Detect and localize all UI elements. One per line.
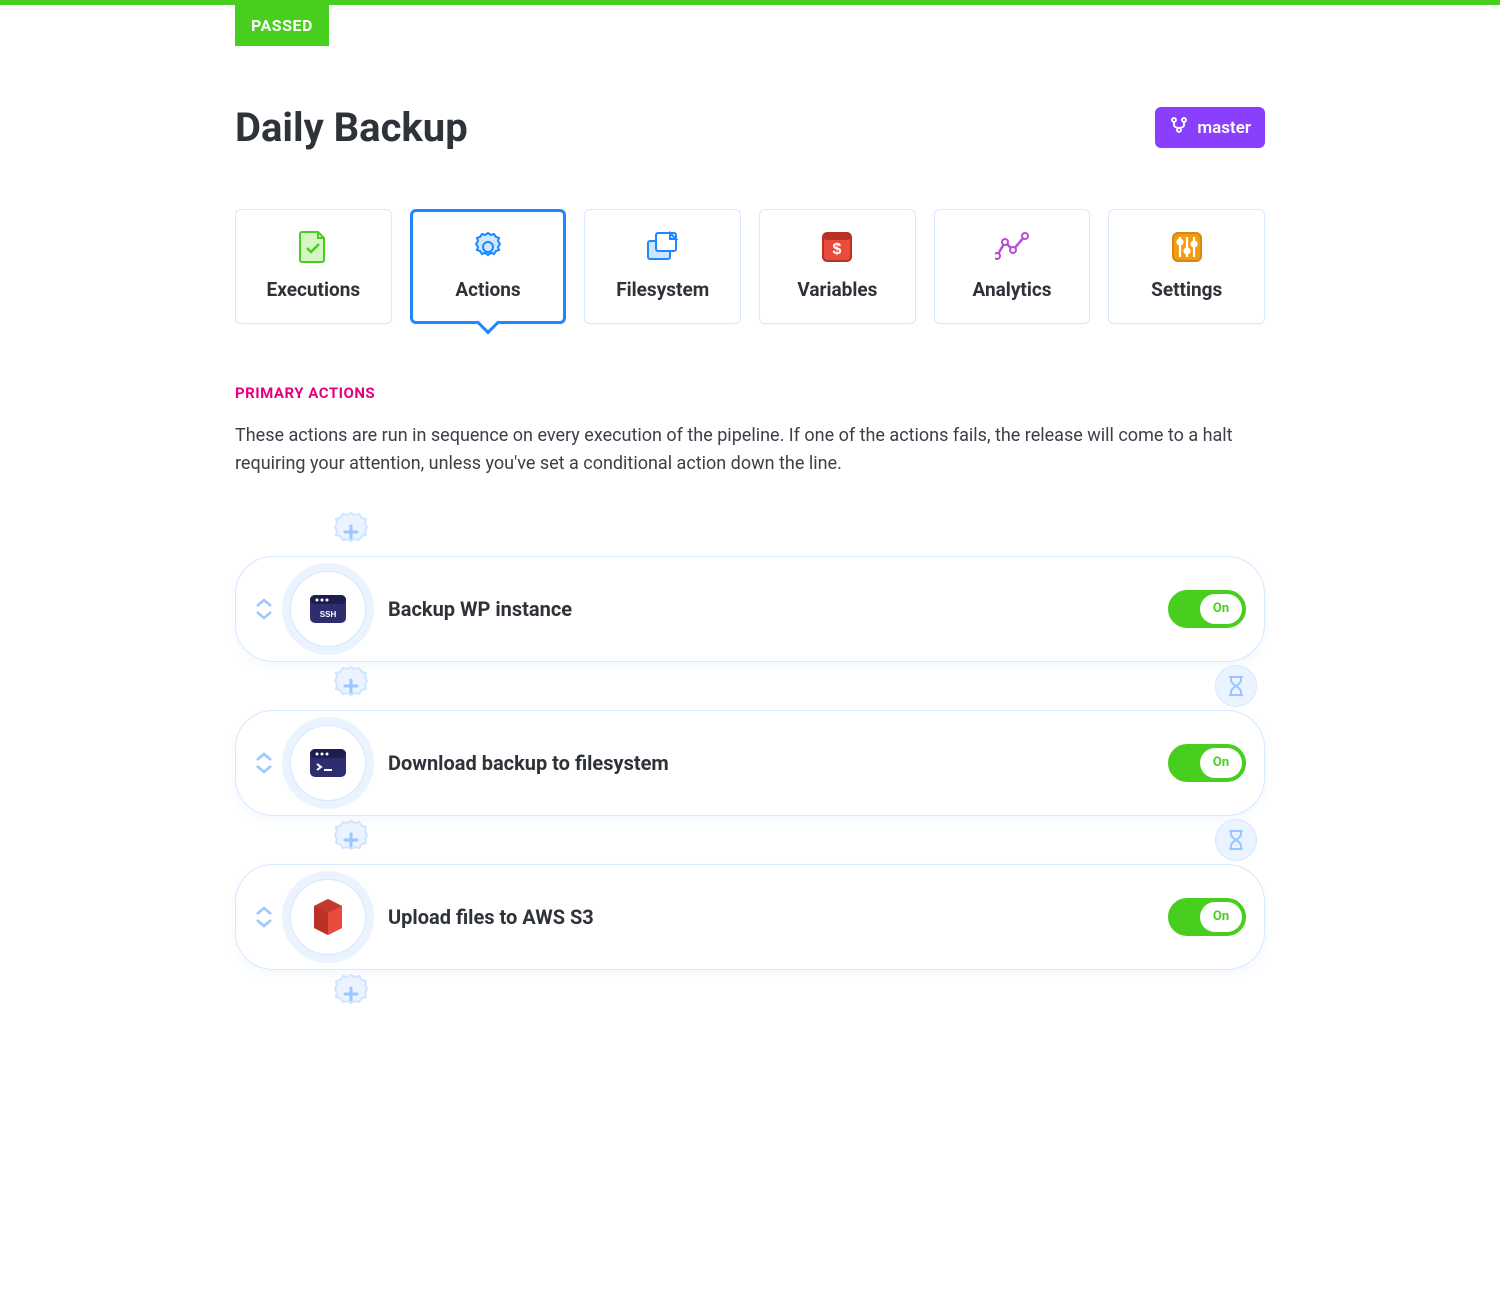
ssh-icon: SSH [290, 571, 366, 647]
action-card[interactable]: Upload files to AWS S3 On [235, 864, 1265, 970]
branch-icon [1169, 115, 1189, 140]
add-action-button[interactable] [327, 970, 375, 1018]
tab-variables[interactable]: $ Variables [759, 209, 916, 324]
tab-label: Settings [1151, 278, 1222, 301]
page-title: Daily Backup [235, 104, 468, 151]
status-badge: PASSED [235, 5, 329, 46]
drag-handle[interactable] [250, 598, 278, 620]
add-action-button[interactable] [327, 662, 375, 710]
tab-label: Actions [455, 278, 520, 301]
tab-label: Filesystem [616, 278, 709, 301]
tab-label: Executions [267, 278, 361, 301]
main-container: PASSED Daily Backup master Executions Ac… [235, 5, 1265, 1098]
add-action-button[interactable] [327, 816, 375, 864]
tab-executions[interactable]: Executions [235, 209, 392, 324]
action-card[interactable]: SSH Backup WP instance On [235, 556, 1265, 662]
action-row: Upload files to AWS S3 On [235, 864, 1265, 970]
action-toggle[interactable]: On [1168, 898, 1246, 936]
toggle-label: On [1200, 594, 1242, 624]
svg-text:SSH: SSH [320, 610, 337, 619]
pipeline: SSH Backup WP instance On [235, 508, 1265, 1018]
analytics-icon [995, 230, 1029, 264]
action-row: SSH Backup WP instance On [235, 556, 1265, 662]
pipeline-gap [235, 816, 1265, 864]
branch-label: master [1197, 118, 1251, 138]
svg-text:$: $ [833, 241, 842, 258]
action-title: Upload files to AWS S3 [388, 905, 1168, 929]
action-row: Download backup to filesystem On [235, 710, 1265, 816]
actions-icon [471, 230, 505, 264]
section-description: These actions are run in sequence on eve… [235, 422, 1265, 478]
terminal-icon [290, 725, 366, 801]
filesystem-icon [646, 230, 680, 264]
tab-actions[interactable]: Actions [410, 209, 567, 324]
page-header: Daily Backup master [235, 104, 1265, 151]
tab-filesystem[interactable]: Filesystem [584, 209, 741, 324]
tab-analytics[interactable]: Analytics [934, 209, 1091, 324]
aws-s3-icon [290, 879, 366, 955]
variables-icon: $ [820, 230, 854, 264]
settings-icon [1170, 230, 1204, 264]
tabs: Executions Actions Filesystem $ Variable… [235, 209, 1265, 324]
drag-handle[interactable] [250, 906, 278, 928]
action-toggle[interactable]: On [1168, 590, 1246, 628]
action-title: Download backup to filesystem [388, 751, 1168, 775]
drag-handle[interactable] [250, 752, 278, 774]
action-title: Backup WP instance [388, 597, 1168, 621]
section-label: PRIMARY ACTIONS [235, 384, 1265, 402]
add-action-button[interactable] [327, 508, 375, 556]
branch-selector[interactable]: master [1155, 107, 1265, 148]
tab-settings[interactable]: Settings [1108, 209, 1265, 324]
action-card[interactable]: Download backup to filesystem On [235, 710, 1265, 816]
tab-label: Analytics [973, 278, 1052, 301]
tab-label: Variables [797, 278, 877, 301]
toggle-label: On [1200, 748, 1242, 778]
hourglass-icon[interactable] [1215, 819, 1257, 861]
executions-icon [296, 230, 330, 264]
pipeline-gap [235, 662, 1265, 710]
toggle-label: On [1200, 902, 1242, 932]
action-toggle[interactable]: On [1168, 744, 1246, 782]
hourglass-icon[interactable] [1215, 665, 1257, 707]
